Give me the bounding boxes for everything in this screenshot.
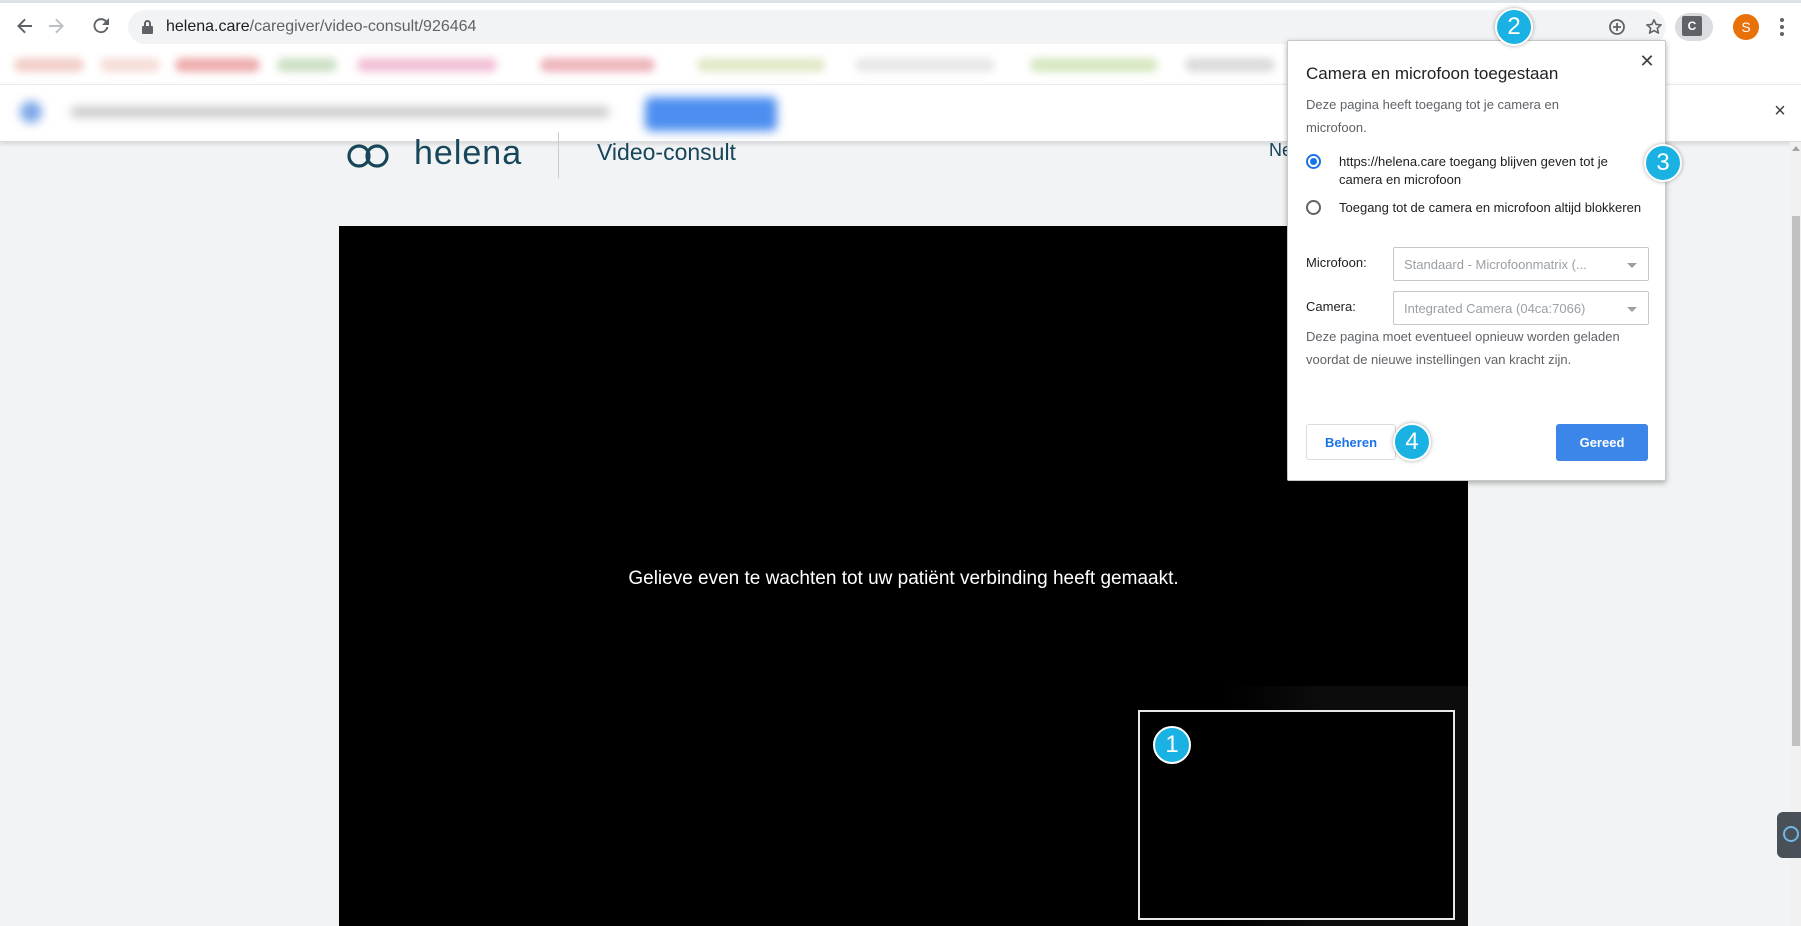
bookmark-item[interactable]	[277, 58, 337, 72]
marker-2: 2	[1495, 8, 1533, 46]
extension-icon[interactable]: C	[1682, 16, 1702, 36]
bookmark-item[interactable]	[855, 58, 995, 72]
url-host: helena.care	[166, 18, 250, 35]
info-icon	[20, 101, 42, 123]
page-title: Video-consult	[597, 139, 736, 165]
add-icon[interactable]	[1606, 16, 1628, 38]
camera-label: Camera:	[1306, 299, 1356, 314]
profile-avatar[interactable]: S	[1733, 14, 1759, 40]
microphone-select[interactable]: Standaard - Microfoonmatrix (...	[1393, 247, 1649, 281]
popup-title: Camera en microfoon toegestaan	[1306, 64, 1559, 83]
block-option-label[interactable]: Toegang tot de camera en microfoon altij…	[1339, 199, 1649, 217]
chevron-down-icon	[1627, 263, 1637, 268]
logo-text: helena	[414, 134, 523, 172]
popup-description: Deze pagina heeft toegang tot je camera …	[1306, 97, 1559, 135]
microphone-value: Standaard - Microfoonmatrix (...	[1404, 257, 1587, 272]
info-bar-message	[70, 107, 610, 117]
url-path: /caregiver/video-consult/926464	[249, 18, 477, 35]
star-icon[interactable]	[1643, 16, 1665, 38]
lock-icon[interactable]	[142, 20, 153, 34]
chevron-down-icon	[1627, 307, 1637, 312]
block-radio[interactable]	[1306, 200, 1321, 215]
bookmark-item[interactable]	[357, 58, 497, 72]
allow-option-label[interactable]: https://helena.care toegang blijven geve…	[1339, 153, 1649, 189]
manage-button[interactable]: Beheren	[1306, 424, 1396, 460]
kebab-menu-icon[interactable]	[1774, 15, 1790, 39]
allow-radio[interactable]	[1306, 154, 1321, 169]
helena-logo-icon	[346, 142, 400, 168]
info-bar-button[interactable]	[645, 97, 777, 131]
reload-icon[interactable]	[88, 13, 114, 39]
microphone-label: Microfoon:	[1306, 255, 1367, 270]
scroll-up-icon[interactable]	[1792, 146, 1800, 151]
bookmark-item[interactable]	[1185, 58, 1275, 72]
permission-popup: Camera en microfoon toegestaan ✕ Deze pa…	[1287, 40, 1666, 481]
waiting-message: Gelieve even te wachten tot uw patiënt v…	[628, 568, 1179, 589]
marker-1: 1	[1153, 726, 1191, 764]
scrollbar-thumb[interactable]	[1792, 216, 1800, 746]
reload-note: Deze pagina moet eventueel opnieuw worde…	[1306, 329, 1620, 367]
url-text[interactable]: helena.care/caregiver/video-consult/9264…	[166, 18, 476, 36]
close-icon[interactable]: ×	[1770, 101, 1790, 121]
marker-3: 3	[1644, 144, 1682, 182]
bookmark-item[interactable]	[540, 58, 655, 72]
camera-select[interactable]: Integrated Camera (04ca:7066)	[1393, 291, 1649, 325]
page-scrollbar[interactable]	[1790, 142, 1801, 926]
bookmark-item[interactable]	[697, 58, 825, 72]
bookmark-item[interactable]	[14, 58, 84, 72]
back-arrow-icon[interactable]	[12, 13, 38, 39]
marker-4: 4	[1393, 423, 1431, 461]
bookmark-item[interactable]	[175, 58, 260, 72]
camera-value: Integrated Camera (04ca:7066)	[1404, 301, 1586, 316]
header-divider	[558, 132, 559, 178]
bookmark-item[interactable]	[100, 58, 160, 72]
address-bar[interactable]: helena.care/caregiver/video-consult/9264…	[128, 10, 1713, 44]
close-icon[interactable]: ✕	[1637, 51, 1657, 71]
forward-arrow-icon[interactable]	[43, 13, 69, 39]
done-button[interactable]: Gereed	[1556, 424, 1648, 461]
side-widget-icon[interactable]	[1777, 812, 1801, 858]
bookmark-item[interactable]	[1030, 58, 1158, 72]
